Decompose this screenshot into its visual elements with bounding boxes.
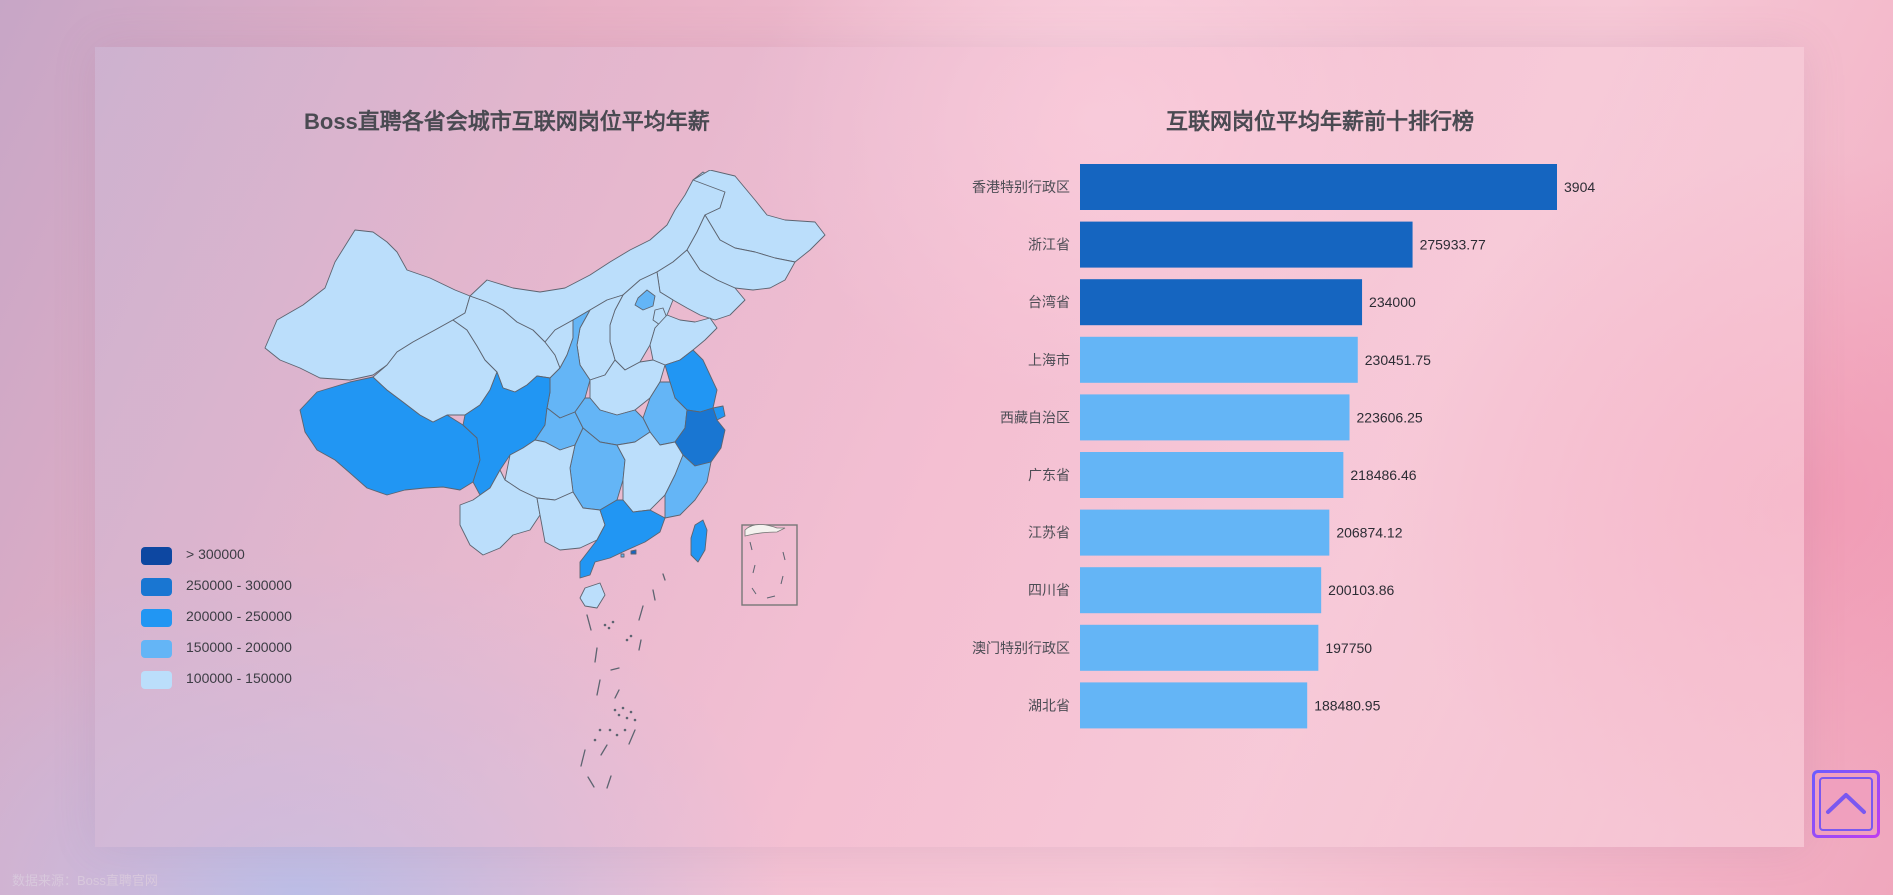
province-macau[interactable] [620,553,625,558]
province-hainan[interactable] [579,582,606,609]
province-taiwan[interactable] [690,519,708,563]
bar-category-label: 西藏自治区 [1000,409,1070,425]
legend-swatch [141,547,172,565]
bar-category-label: 上海市 [1028,352,1070,368]
bar-8[interactable] [1080,624,1319,671]
back-to-top-button[interactable] [1812,770,1880,838]
legend-swatch [141,578,172,596]
legend-swatch [141,671,172,689]
bar-value-label: 223606.25 [1357,409,1423,425]
south-china-sea-inset [741,524,798,606]
bar-value-label: 206874.12 [1336,525,1402,541]
bar-3[interactable] [1080,336,1358,383]
bar-category-label: 浙江省 [1028,237,1070,253]
bar-value-label: 218486.46 [1350,467,1416,483]
bar-category-label: 四川省 [1028,582,1070,598]
bar-value-label: 197750 [1325,640,1372,656]
bar-category-label: 广东省 [1028,467,1070,483]
legend-swatch [141,640,172,658]
province-hongkong[interactable] [630,549,637,555]
legend-label: > 300000 [186,546,245,562]
bar-category-label: 香港特别行政区 [972,179,1070,195]
bar-0[interactable] [1080,164,1557,210]
bar-value-label: 275933.77 [1420,237,1486,253]
bar-value-label: 3904 [1564,179,1595,195]
legend-label: 250000 - 300000 [186,577,292,593]
legend-label: 150000 - 200000 [186,639,292,655]
bar-category-label: 台湾省 [1028,294,1070,310]
legend-swatch [141,609,172,627]
bar-value-label: 188480.95 [1314,697,1380,713]
bar-2[interactable] [1080,279,1363,326]
bar-1[interactable] [1080,221,1413,268]
legend-item-250000-300000[interactable]: 250000 - 300000 [141,576,381,596]
legend-label: 100000 - 150000 [186,670,292,686]
bar-5[interactable] [1080,452,1344,498]
legend-item-100000-150000[interactable]: 100000 - 150000 [141,669,381,689]
chevron-up-icon [1826,793,1866,814]
legend-label: 200000 - 250000 [186,608,292,624]
legend-item-200000-250000[interactable]: 200000 - 250000 [141,607,381,627]
map-title: Boss直聘各省会城市互联网岗位平均年薪 [304,109,710,134]
legend-item-150000-200000[interactable]: 150000 - 200000 [141,638,381,658]
bar-chart: 香港特别行政区 3904 浙江省 275933.77 台湾省 234000 上海市 23045… [972,164,1595,729]
bar-category-label: 澳门特别行政区 [972,640,1070,656]
back-to-top-frame [1819,777,1873,831]
bar-chart-title: 互联网岗位平均年薪前十排行榜 [1166,109,1475,134]
bar-6[interactable] [1080,509,1330,556]
bar-9[interactable] [1080,682,1308,729]
data-source-note: 数据来源：Boss直聘官网 [12,873,158,888]
bar-value-label: 200103.86 [1328,582,1394,598]
bar-category-label: 湖北省 [1028,697,1070,713]
bar-7[interactable] [1080,567,1322,614]
bar-value-label: 234000 [1369,294,1416,310]
legend-item-gt-300000[interactable]: > 300000 [141,545,381,565]
bar-value-label: 230451.75 [1365,352,1431,368]
bar-4[interactable] [1080,394,1350,441]
china-map[interactable] [255,170,835,800]
bar-category-label: 江苏省 [1028,525,1070,541]
